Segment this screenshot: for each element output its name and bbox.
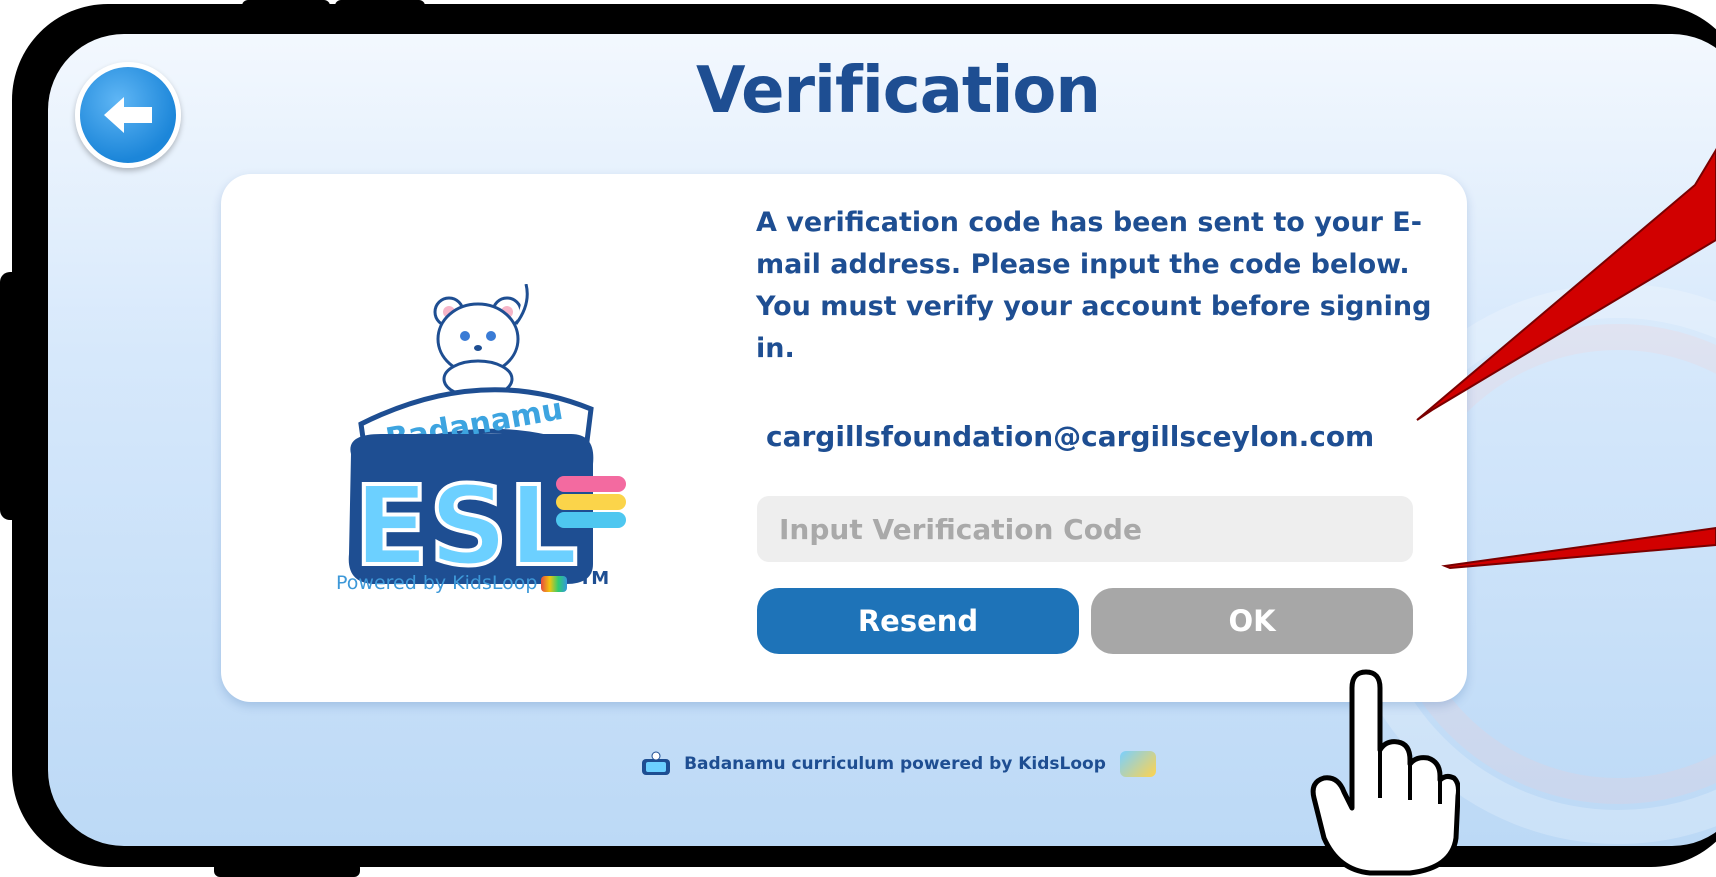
powered-by-kidsloop: Powered by KidsLoop xyxy=(336,572,568,594)
phone-frame: Verification Badanamu ESL TM Powered by … xyxy=(12,4,1716,867)
verification-code-input[interactable] xyxy=(757,496,1413,562)
pointing-hand-cursor-icon xyxy=(1310,669,1460,876)
footer-text: Badanamu curriculum powered by KidsLoop xyxy=(684,754,1106,774)
verification-message: A verification code has been sent to you… xyxy=(756,207,1432,364)
powered-by-text: Powered by KidsLoop xyxy=(336,572,538,594)
badanamu-esl-logo: Badanamu ESL TM xyxy=(348,284,626,592)
kidsloop-mini-icon xyxy=(541,575,568,592)
page-title: Verification xyxy=(696,54,1101,128)
svg-text:ESL: ESL xyxy=(354,462,578,590)
kidsloop-logo-icon xyxy=(1119,751,1156,777)
ok-button[interactable]: OK xyxy=(1091,588,1413,654)
svg-text:TM: TM xyxy=(579,568,609,589)
app-screen: Verification Badanamu ESL TM Powered by … xyxy=(48,34,1716,846)
esl-mini-logo-icon xyxy=(642,751,671,775)
resend-button[interactable]: Resend xyxy=(757,588,1079,654)
email-address: cargillsfoundation@cargillsceylon.com xyxy=(766,420,1375,453)
verification-card: Badanamu ESL TM Powered by KidsLoop A ve… xyxy=(221,174,1467,702)
footer: Badanamu curriculum powered by KidsLoop xyxy=(48,751,1716,777)
